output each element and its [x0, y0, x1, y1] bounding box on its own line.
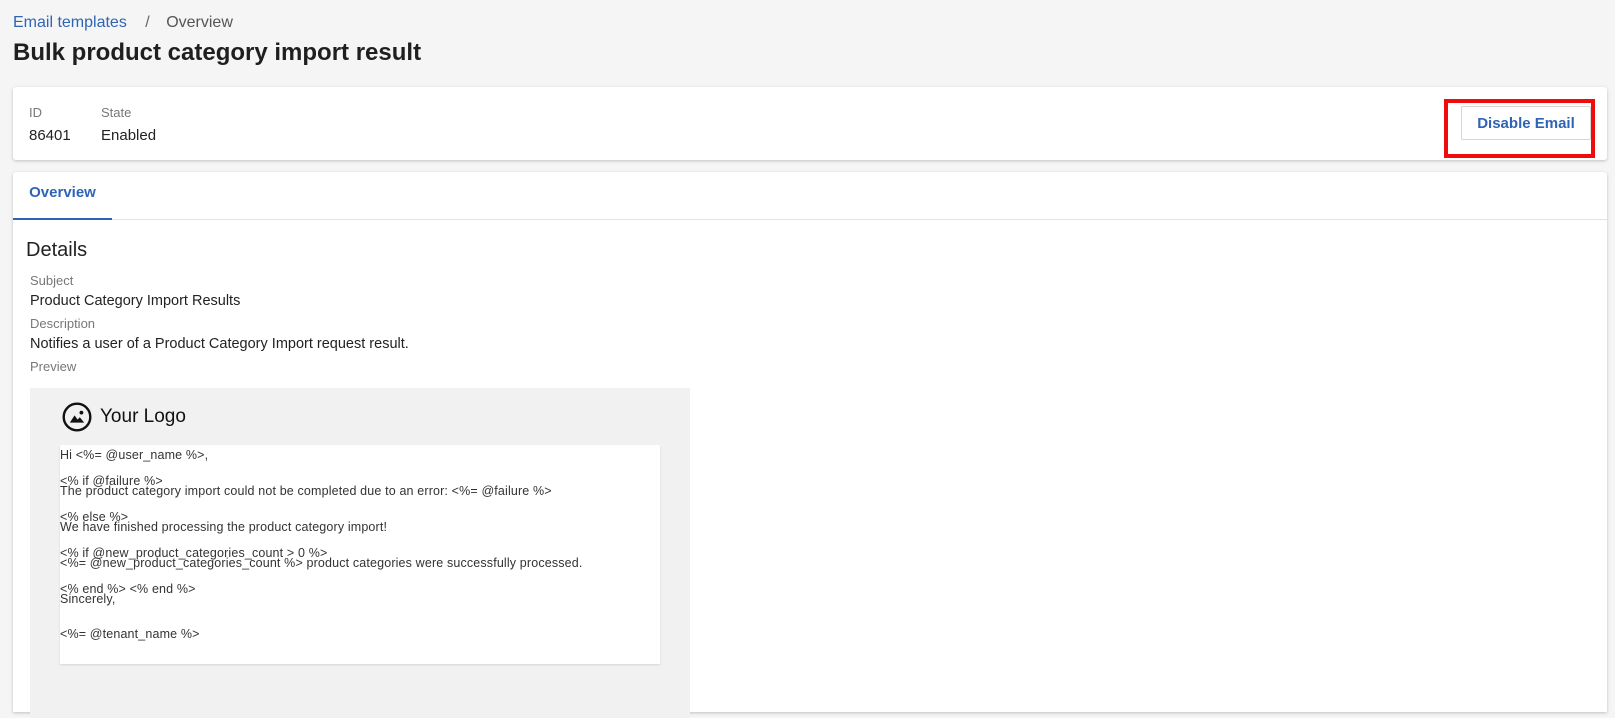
breadcrumb-separator: /	[145, 14, 150, 31]
state-field: State Enabled	[101, 104, 156, 147]
breadcrumb-link-email-templates[interactable]: Email templates	[13, 14, 127, 31]
details-heading: Details	[26, 239, 88, 261]
preview-label: Preview	[30, 359, 77, 374]
subject-value: Product Category Import Results	[30, 293, 241, 309]
template-line: We have finished processing the product …	[60, 520, 388, 534]
main-card: Overview Details Subject Product Categor…	[13, 172, 1607, 718]
id-value: 86401	[29, 127, 71, 144]
template-line: <%= @tenant_name %>	[60, 627, 200, 641]
id-field: ID 86401	[29, 104, 71, 147]
email-preview: Your Logo Hi <%= @user_name %>, <% if @f…	[30, 388, 690, 718]
logo-text: Your Logo	[100, 406, 186, 427]
template-line: The product category import could not be…	[60, 484, 552, 498]
id-label: ID	[29, 105, 42, 120]
summary-card: ID 86401 State Enabled	[13, 87, 1607, 160]
breadcrumb-current: Overview	[166, 14, 233, 31]
state-value: Enabled	[101, 127, 157, 144]
template-line: <%= @new_product_categories_count %> pro…	[60, 556, 583, 570]
breadcrumb: Email templates / Overview	[13, 12, 233, 34]
page-title: Bulk product category import result	[13, 39, 422, 66]
image-icon	[62, 402, 92, 432]
email-body: Hi <%= @user_name %>, <% if @failure %> …	[60, 445, 660, 664]
tab-overview[interactable]: Overview	[13, 172, 112, 220]
template-line: Sincerely,	[60, 592, 116, 606]
logo: Your Logo	[62, 402, 186, 432]
template-line: Hi <%= @user_name %>,	[60, 448, 209, 462]
disable-email-button[interactable]: Disable Email	[1461, 106, 1591, 140]
tab-bar: Overview	[13, 172, 1607, 220]
description-value: Notifies a user of a Product Category Im…	[30, 336, 409, 352]
description-label: Description	[30, 316, 96, 331]
state-label: State	[101, 105, 132, 120]
subject-label: Subject	[30, 273, 74, 288]
